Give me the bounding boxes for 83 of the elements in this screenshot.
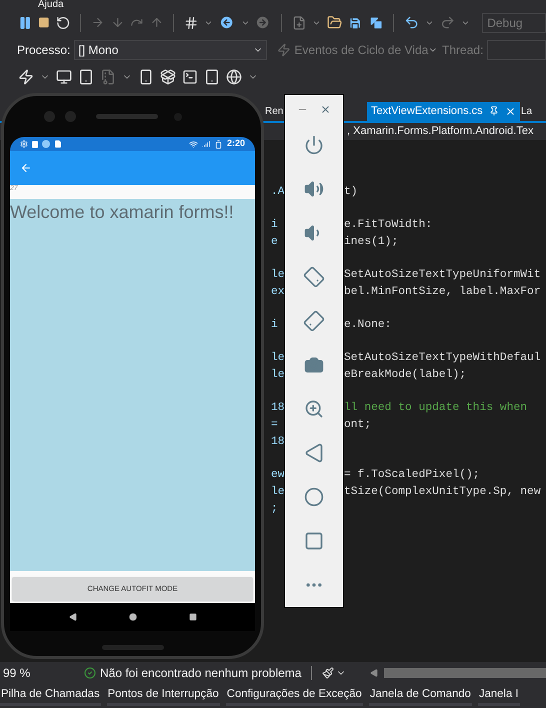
pin-icon[interactable] (489, 106, 499, 116)
code-fragment: e.FitToWidth: (344, 218, 432, 233)
back-arrow-icon[interactable] (20, 162, 32, 174)
code-fragment: SetAutoSizeTextTypeUniformWit (344, 268, 541, 283)
restart-icon[interactable] (56, 14, 70, 31)
close-icon[interactable] (320, 104, 331, 114)
home-icon[interactable] (128, 613, 136, 621)
scroll-left-icon[interactable] (370, 669, 378, 678)
welcome-text: Welcome to xamarin forms!! (10, 202, 234, 222)
camera-icon[interactable] (304, 355, 324, 375)
brush-icon[interactable] (322, 667, 334, 680)
process-label: Processo: (17, 42, 70, 59)
overview-icon[interactable] (188, 613, 196, 621)
sensor-icon (44, 111, 55, 122)
battery-icon (214, 140, 223, 148)
code-fragment: tSize(ComplexUnitType.Sp, new (344, 484, 541, 500)
check-icon (84, 667, 96, 680)
tablet-icon[interactable] (204, 68, 220, 85)
speaker-grille (96, 114, 158, 119)
code-fragment: le (271, 368, 285, 381)
panel-tab[interactable]: Pontos de Interrupção (106, 684, 220, 706)
code-fragment: 18 (271, 436, 285, 448)
code-fragment: = f.ToScaledPixel(); (344, 468, 480, 483)
code-fragment: ines(1); (344, 234, 398, 250)
save-all-icon[interactable] (368, 14, 383, 31)
code-fragment: ll need to update this when (344, 400, 528, 416)
pause-icon[interactable] (18, 14, 32, 31)
stop-icon[interactable] (38, 16, 50, 30)
code-fragment: t) (344, 184, 358, 200)
power-icon[interactable] (304, 135, 324, 155)
code-fragment: i (271, 218, 278, 231)
code-fragment: e (271, 236, 278, 248)
code-fragment: .A (271, 186, 285, 198)
thread-label: Thread: (442, 42, 484, 59)
code-fragment: i (271, 318, 278, 331)
code-fragment: SetAutoSizeTextTypeWithDefaul (344, 350, 541, 366)
process-dropdown[interactable]: [] Mono (74, 40, 267, 60)
wifi-icon (188, 140, 198, 148)
tablet-icon[interactable] (78, 68, 94, 85)
code-fragment: ew (271, 468, 285, 481)
archive-icon[interactable] (100, 68, 116, 85)
code-fragment: eBreakMode(label); (344, 368, 466, 383)
code-fragment: ex (271, 286, 285, 298)
menu-item[interactable]: Ajuda (38, 0, 64, 10)
sensor-icon (65, 111, 76, 122)
status-message: Não foi encontrado nenhum problema (100, 665, 302, 682)
scrollbar[interactable] (384, 668, 546, 678)
signal-icon (202, 140, 210, 148)
gear-icon (20, 140, 28, 148)
save-icon[interactable] (348, 14, 363, 31)
forward-icon[interactable] (255, 14, 271, 32)
code-fragment: bel.MinFontSize, label.MaxFor (344, 284, 541, 300)
back-icon[interactable] (68, 613, 76, 621)
code-fragment: ont; (344, 418, 372, 433)
editor-tab[interactable]: TextViewExtensions.cs (367, 102, 520, 121)
code-fragment: ; (271, 502, 278, 515)
sd-card-icon (54, 140, 62, 148)
zoom-level[interactable]: 99 % (0, 664, 80, 682)
panel-tab[interactable]: Janela de Comando (368, 684, 472, 706)
code-fragment: le (271, 352, 285, 364)
panel-tab[interactable]: Configurações de Exceção (226, 684, 363, 706)
monitor-icon[interactable] (56, 68, 72, 85)
panel-tab[interactable]: Pilha de Chamadas (0, 684, 101, 706)
phone-icon[interactable] (138, 68, 154, 85)
editor-tab[interactable]: Ren (264, 102, 284, 121)
code-fragment: le (271, 486, 285, 498)
package-icon[interactable] (160, 68, 176, 85)
code-fragment: e.None: (344, 318, 392, 333)
terminal-icon[interactable] (182, 68, 198, 85)
back-icon[interactable] (219, 14, 234, 32)
clock: 2:20 (226, 137, 245, 150)
new-file-icon[interactable] (292, 14, 306, 31)
speaker-grille (102, 645, 164, 650)
code-fragment: = (271, 418, 278, 431)
editor-tab[interactable]: La (520, 102, 540, 121)
panel-tab[interactable]: Janela I (478, 684, 520, 706)
code-fragment: 18 (271, 402, 285, 414)
zoom-in-icon[interactable] (304, 399, 324, 419)
globe-icon[interactable] (226, 68, 242, 85)
hash-icon[interactable] (184, 14, 198, 31)
close-icon[interactable] (505, 106, 516, 117)
code-fragment: le (271, 268, 285, 281)
volume-up-icon[interactable] (304, 179, 324, 199)
